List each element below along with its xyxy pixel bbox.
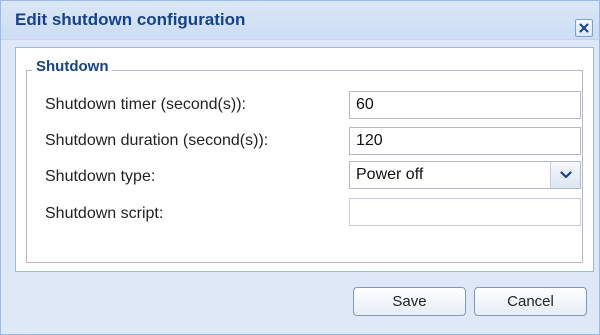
close-icon <box>579 23 589 33</box>
shutdown-type-label: Shutdown type: <box>45 168 156 185</box>
shutdown-script-input[interactable] <box>349 198 581 226</box>
close-button[interactable] <box>575 19 593 37</box>
fieldset-legend: Shutdown <box>32 58 113 75</box>
shutdown-duration-input[interactable]: 120 <box>349 127 581 155</box>
shutdown-config-dialog: Edit shutdown configuration Shutdown Shu… <box>0 0 600 335</box>
dialog-title: Edit shutdown configuration <box>15 10 246 29</box>
save-button[interactable]: Save <box>353 287 466 316</box>
chevron-down-icon <box>559 171 572 179</box>
dialog-titlebar: Edit shutdown configuration <box>1 1 599 40</box>
shutdown-timer-label: Shutdown timer (second(s)): <box>45 96 246 113</box>
shutdown-script-label: Shutdown script: <box>45 205 164 222</box>
shutdown-duration-label: Shutdown duration (second(s)): <box>45 132 269 149</box>
shutdown-timer-input[interactable]: 60 <box>349 91 581 119</box>
shutdown-type-select[interactable]: Power off <box>349 161 581 189</box>
cancel-button[interactable]: Cancel <box>474 287 587 316</box>
shutdown-type-dropdown-button[interactable] <box>550 161 581 189</box>
dialog-body: Shutdown <box>15 47 594 272</box>
